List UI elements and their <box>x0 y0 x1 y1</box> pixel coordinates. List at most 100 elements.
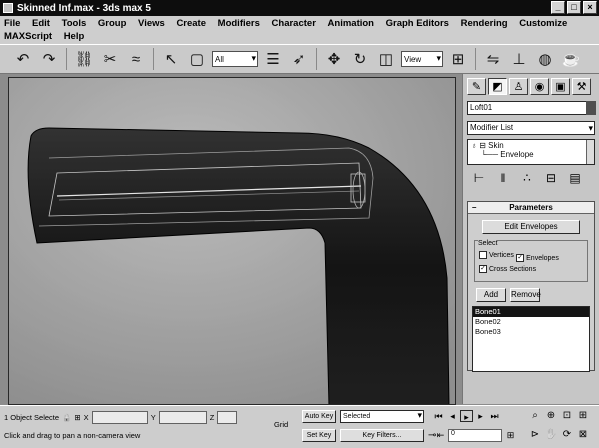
stack-scrollbar[interactable] <box>586 140 594 164</box>
arc-rotate-icon[interactable]: ⟳ <box>560 428 574 442</box>
cross-sections-checkbox[interactable]: ✓ Cross Sections <box>479 265 536 273</box>
scale-icon[interactable]: ◫ <box>375 48 397 70</box>
render-icon[interactable]: ☕ <box>560 48 582 70</box>
object-color-swatch[interactable] <box>586 101 596 115</box>
configure-sets-icon[interactable]: ▤ <box>567 171 583 185</box>
key-filters-button[interactable]: Key Filters... <box>340 429 424 442</box>
zoom-extents-icon[interactable]: ⊡ <box>560 409 574 423</box>
menu-group[interactable]: Group <box>98 17 127 30</box>
select-icon[interactable]: ↖ <box>160 48 182 70</box>
maximize-button[interactable]: □ <box>567 1 581 14</box>
vertices-label: Vertices <box>489 251 514 259</box>
link-icon[interactable]: ⛓ <box>73 48 95 70</box>
unlink-icon[interactable]: ✂ <box>99 48 121 70</box>
menu-graph-editors[interactable]: Graph Editors <box>386 17 449 30</box>
make-unique-icon[interactable]: ∴ <box>519 171 535 185</box>
parameters-rollout-header[interactable]: – Parameters <box>468 202 594 214</box>
modify-tab-icon[interactable]: ◩ <box>488 78 507 95</box>
motion-tab-icon[interactable]: ◉ <box>530 78 549 95</box>
menu-tools[interactable]: Tools <box>62 17 87 30</box>
menu-file[interactable]: File <box>4 17 20 30</box>
redo-icon[interactable]: ↷ <box>38 48 60 70</box>
field-of-view-icon[interactable]: ⊳ <box>528 428 542 442</box>
zoom-all-icon[interactable]: ⊕ <box>544 409 558 423</box>
align-icon[interactable]: ⊥ <box>508 48 530 70</box>
modifier-stack[interactable]: ♁ ⊟ Skin └── Envelope <box>467 139 595 165</box>
envelopes-checkbox[interactable]: ✓ Envelopes <box>516 254 559 262</box>
pan-icon[interactable]: ✋ <box>544 428 558 442</box>
minimize-button[interactable]: _ <box>551 1 565 14</box>
toolbar-divider <box>316 48 317 70</box>
zoom-extents-all-icon[interactable]: ⊞ <box>576 409 590 423</box>
menu-character[interactable]: Character <box>272 17 316 30</box>
menu-views[interactable]: Views <box>138 17 165 30</box>
reference-coordinate-dropdown[interactable]: View <box>401 51 443 67</box>
pivot-center-icon[interactable]: ⊞ <box>447 48 469 70</box>
x-coordinate-field[interactable] <box>91 410 148 424</box>
edit-envelopes-button[interactable]: Edit Envelopes <box>482 220 580 234</box>
remove-bone-button[interactable]: Remove <box>510 288 541 302</box>
utilities-tab-icon[interactable]: ⚒ <box>572 78 591 95</box>
play-icon[interactable]: ▸ <box>460 410 473 422</box>
close-button[interactable]: × <box>583 1 597 14</box>
pin-stack-icon[interactable]: ⊢ <box>471 171 487 185</box>
display-tab-icon[interactable]: ▣ <box>551 78 570 95</box>
go-to-end-icon[interactable]: ⏭ <box>488 410 501 422</box>
absolute-mode-icon[interactable]: ⊞ <box>74 413 80 422</box>
time-configuration-icon[interactable]: ⊞ <box>504 429 517 441</box>
rotate-icon[interactable]: ↻ <box>349 48 371 70</box>
show-end-result-icon[interactable]: ‖ <box>495 171 511 185</box>
lock-selection-icon[interactable]: 🔒 <box>62 413 71 422</box>
object-name-field[interactable]: Loft01 <box>467 101 596 115</box>
hierarchy-tab-icon[interactable]: ♙ <box>509 78 528 95</box>
set-key-button[interactable]: Set Key <box>302 429 336 442</box>
bone-list-item[interactable]: Bone03 <box>473 327 589 337</box>
material-editor-icon[interactable]: ◍ <box>534 48 556 70</box>
stack-skin-item[interactable]: Skin <box>488 141 504 150</box>
create-tab-icon[interactable]: ✎ <box>467 78 486 95</box>
toolbar-divider <box>66 48 67 70</box>
auto-key-button[interactable]: Auto Key <box>302 410 336 423</box>
go-to-start-icon[interactable]: ⏮ <box>432 410 445 422</box>
menu-customize[interactable]: Customize <box>519 17 567 30</box>
key-mode-toggle-icon[interactable]: ⇤ <box>434 429 447 441</box>
move-icon[interactable]: ✥ <box>323 48 345 70</box>
stack-envelope-item[interactable]: Envelope <box>500 150 533 159</box>
menu-animation[interactable]: Animation <box>328 17 374 30</box>
perspective-viewport[interactable] <box>8 77 456 405</box>
bind-space-warp-icon[interactable]: ≈ <box>125 48 147 70</box>
menu-create[interactable]: Create <box>176 17 206 30</box>
vertices-checkbox[interactable]: Vertices <box>479 251 514 259</box>
current-frame-field[interactable]: 0 <box>448 429 502 442</box>
bone-list-item[interactable]: Bone01 <box>473 307 589 317</box>
bulb-icon[interactable]: ♁ <box>471 141 477 150</box>
menu-rendering[interactable]: Rendering <box>461 17 508 30</box>
title-bar: Skinned Inf.max - 3ds max 5 _ □ × <box>0 0 599 16</box>
key-mode-dropdown[interactable]: Selected <box>340 410 424 423</box>
cross-sections-label: Cross Sections <box>489 265 537 273</box>
maximize-viewport-icon[interactable]: ⊠ <box>576 428 590 442</box>
menu-modifiers[interactable]: Modifiers <box>218 17 260 30</box>
bone-list-item[interactable]: Bone02 <box>473 317 589 327</box>
app-icon[interactable] <box>3 3 13 13</box>
next-frame-icon[interactable]: ▸ <box>474 410 487 422</box>
menu-help[interactable]: Help <box>64 30 85 43</box>
rect-select-icon[interactable]: ▢ <box>186 48 208 70</box>
undo-icon[interactable]: ↶ <box>12 48 34 70</box>
bone-list[interactable]: Bone01 Bone02 Bone03 <box>472 306 590 372</box>
y-label: Y <box>150 412 156 422</box>
select-and-link-icon[interactable]: ➶ <box>288 48 310 70</box>
mirror-icon[interactable]: ⇋ <box>482 48 504 70</box>
select-by-name-icon[interactable]: ☰ <box>262 48 284 70</box>
parameters-rollout: – Parameters Edit Envelopes Select Verti… <box>467 201 595 372</box>
remove-modifier-icon[interactable]: ⊟ <box>543 171 559 185</box>
y-coordinate-field[interactable] <box>158 410 207 424</box>
z-coordinate-field[interactable] <box>217 410 238 424</box>
add-bone-button[interactable]: Add <box>476 288 506 302</box>
modifier-list-dropdown[interactable]: Modifier List <box>467 121 595 135</box>
previous-frame-icon[interactable]: ◂ <box>446 410 459 422</box>
menu-edit[interactable]: Edit <box>32 17 50 30</box>
selection-filter-dropdown[interactable]: All <box>212 51 258 67</box>
zoom-icon[interactable]: ⌕ <box>528 409 542 423</box>
menu-maxscript[interactable]: MAXScript <box>4 30 52 43</box>
